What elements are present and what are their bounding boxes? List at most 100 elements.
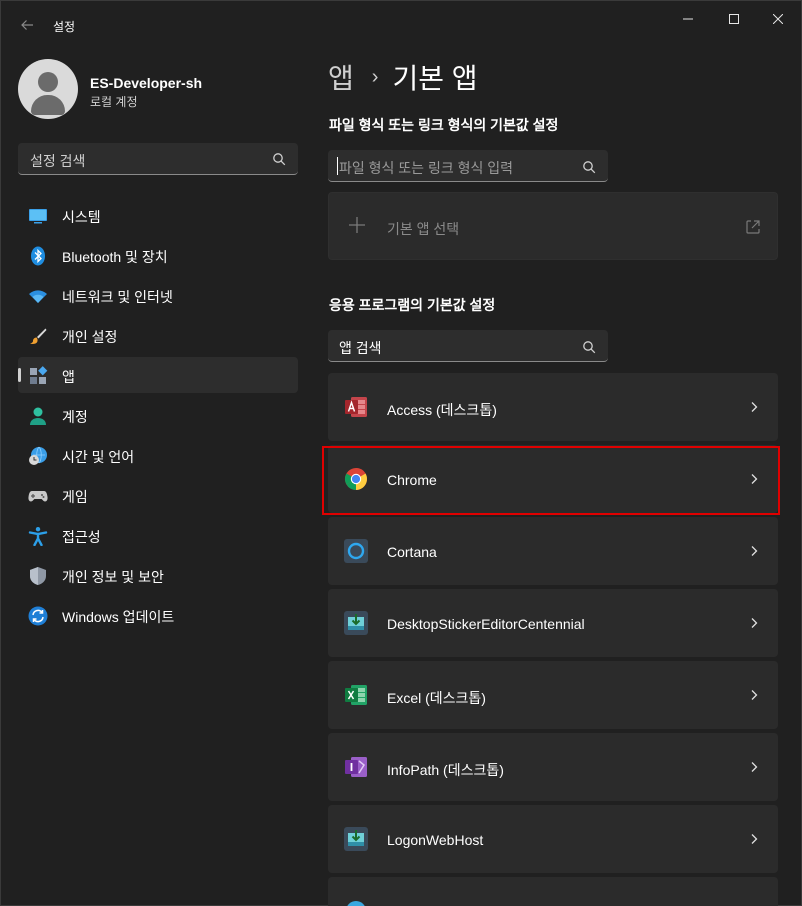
- app-name: DesktopStickerEditorCentennial: [387, 616, 585, 632]
- maximize-button[interactable]: [711, 7, 757, 31]
- open-external-icon: [746, 220, 760, 234]
- app-name: Chrome: [387, 472, 437, 488]
- app-row-infopath[interactable]: InfoPath (데스크톱): [328, 733, 778, 801]
- app-title: 설정: [53, 20, 76, 34]
- cortana-icon: [344, 539, 368, 563]
- sidebar-nav: 시스템 Bluetooth 및 장치 네트워크 및 인터넷 개인 설정 앱 계정…: [18, 197, 298, 637]
- close-button[interactable]: [755, 7, 801, 31]
- minimize-icon: [683, 18, 693, 20]
- settings-search-placeholder: 설정 검색: [30, 153, 86, 169]
- sidebar-item-label: 접근성: [62, 529, 101, 545]
- profile-name: ES-Developer-sh: [90, 75, 203, 91]
- search-icon: [583, 341, 596, 354]
- bluetooth-icon: [31, 246, 45, 266]
- access-icon: [345, 397, 367, 417]
- app-row-logonwebhost[interactable]: LogonWebHost: [328, 805, 778, 873]
- app-search-input-value: 앱 검색: [339, 340, 382, 356]
- chevron-right-icon: [751, 402, 758, 412]
- shield-icon: [30, 567, 46, 585]
- update-icon: [28, 606, 48, 626]
- choose-default-app-label: 기본 앱 선택: [387, 221, 460, 237]
- person-icon: [30, 407, 46, 425]
- file-type-input-placeholder: 파일 형식 또는 링크 형식 입력: [339, 160, 514, 176]
- file-type-section-title: 파일 형식 또는 링크 형식의 기본값 설정: [329, 117, 559, 133]
- sidebar-item-bluetooth[interactable]: Bluetooth 및 장치: [18, 237, 298, 273]
- app-row-chrome[interactable]: Chrome: [328, 445, 778, 513]
- sidebar-item-label: 네트워크 및 인터넷: [62, 289, 173, 305]
- sidebar-item-time-language[interactable]: 시간 및 언어: [18, 437, 298, 473]
- chevron-right-icon: [751, 546, 758, 556]
- sidebar-item-accounts[interactable]: 계정: [18, 397, 298, 433]
- wifi-icon: [29, 290, 47, 303]
- text-caret: [337, 157, 338, 175]
- chevron-right-icon: [751, 834, 758, 844]
- installer-icon: [344, 827, 368, 851]
- sidebar-item-label: Bluetooth 및 장치: [62, 249, 168, 265]
- monitor-icon: [29, 209, 47, 224]
- app-icon: [347, 901, 365, 906]
- sidebar-item-label: Windows 업데이트: [62, 609, 175, 625]
- chevron-right-icon: [751, 474, 758, 484]
- brush-icon: [30, 328, 47, 344]
- app-name: Excel (데스크톱): [387, 690, 486, 706]
- accessibility-icon: [28, 527, 48, 546]
- installer-icon: [344, 611, 368, 635]
- infopath-icon: [345, 757, 367, 777]
- sidebar-item-label: 개인 설정: [62, 329, 118, 345]
- avatar: [18, 59, 78, 119]
- sidebar-item-network[interactable]: 네트워크 및 인터넷: [18, 277, 298, 313]
- app-row-cortana[interactable]: Cortana: [328, 517, 778, 585]
- app-row-excel[interactable]: Excel (데스크톱): [328, 661, 778, 729]
- app-row-desktopstickereditor[interactable]: DesktopStickerEditorCentennial: [328, 589, 778, 657]
- chevron-right-icon: [751, 690, 758, 700]
- back-arrow-icon: [21, 20, 33, 30]
- file-type-input[interactable]: 파일 형식 또는 링크 형식 입력: [328, 150, 608, 182]
- page-title: 기본 앱: [392, 63, 478, 94]
- sidebar-item-label: 시스템: [62, 209, 101, 225]
- sidebar-item-label: 앱: [62, 369, 75, 385]
- chevron-right-icon: [751, 618, 758, 628]
- globe-clock-icon: [29, 446, 47, 465]
- app-row-partial[interactable]: [328, 877, 778, 906]
- excel-icon: [345, 685, 367, 705]
- sidebar-item-system[interactable]: 시스템: [18, 197, 298, 233]
- chevron-right-icon: [751, 762, 758, 772]
- breadcrumb: 앱 › 기본 앱: [328, 57, 478, 97]
- choose-default-app-card[interactable]: 기본 앱 선택: [328, 192, 778, 260]
- apps-icon: [30, 366, 48, 384]
- app-list: Access (데스크톱) Chrome Cortana DesktopStic…: [328, 373, 778, 906]
- minimize-button[interactable]: [665, 7, 711, 31]
- apps-section-title: 응용 프로그램의 기본값 설정: [329, 297, 496, 313]
- sidebar-item-personalization[interactable]: 개인 설정: [18, 317, 298, 353]
- app-row-access[interactable]: Access (데스크톱): [328, 373, 778, 441]
- sidebar-item-label: 게임: [62, 489, 88, 505]
- settings-search-input[interactable]: 설정 검색: [18, 143, 298, 175]
- sidebar-item-label: 개인 정보 및 보안: [62, 569, 164, 585]
- profile-account-type: 로컬 계정: [90, 95, 138, 109]
- chrome-icon: [345, 468, 367, 490]
- search-icon: [583, 161, 596, 174]
- plus-icon: [349, 217, 365, 233]
- app-name: Cortana: [387, 544, 437, 560]
- breadcrumb-parent-link[interactable]: 앱: [328, 57, 354, 97]
- search-icon: [273, 153, 286, 166]
- sidebar-item-accessibility[interactable]: 접근성: [18, 517, 298, 553]
- sidebar-item-gaming[interactable]: 게임: [18, 477, 298, 513]
- title-bar: 설정: [1, 1, 801, 49]
- selection-indicator: [18, 368, 21, 382]
- app-name: Access (데스크톱): [387, 402, 497, 418]
- sidebar-item-windows-update[interactable]: Windows 업데이트: [18, 597, 298, 633]
- maximize-icon: [729, 14, 739, 24]
- app-name: LogonWebHost: [387, 832, 484, 848]
- app-name: InfoPath (데스크톱): [387, 762, 504, 778]
- breadcrumb-separator: ›: [371, 65, 379, 88]
- sidebar-item-label: 계정: [62, 409, 88, 425]
- close-icon: [773, 14, 783, 24]
- gamepad-icon: [28, 491, 48, 502]
- back-button[interactable]: [13, 13, 41, 37]
- app-search-input[interactable]: 앱 검색: [328, 330, 608, 362]
- sidebar-item-apps[interactable]: 앱: [18, 357, 298, 393]
- sidebar-item-privacy-security[interactable]: 개인 정보 및 보안: [18, 557, 298, 593]
- sidebar-item-label: 시간 및 언어: [62, 449, 135, 465]
- settings-window: 설정 ES-Developer-sh 로컬 계정 설정 검색 시스템 Bluet…: [0, 0, 802, 906]
